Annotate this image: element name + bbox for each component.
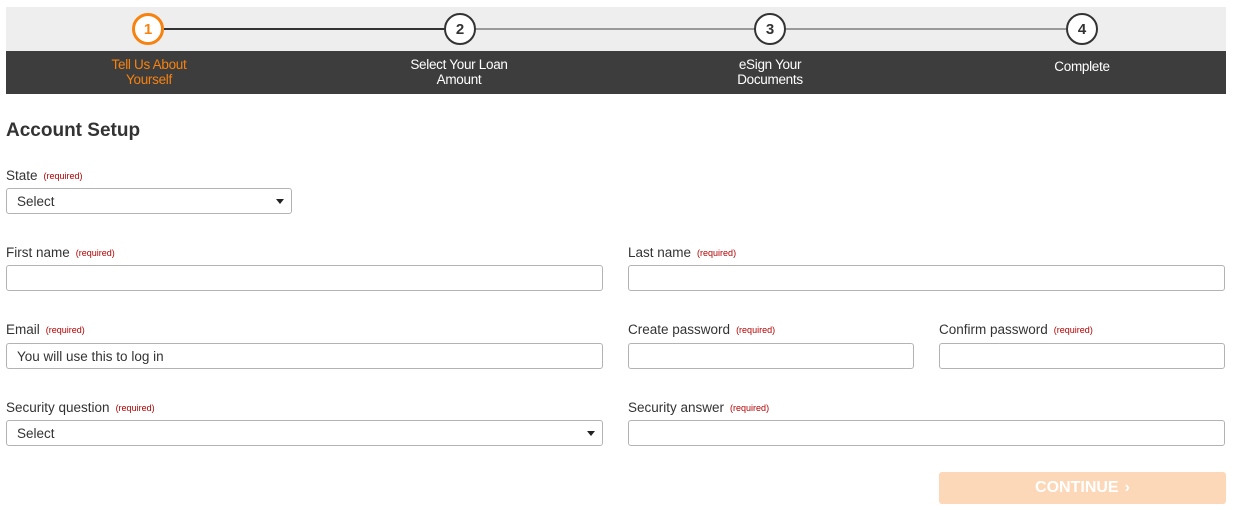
step-label-line: Yourself — [126, 72, 172, 87]
step-number: 3 — [765, 20, 775, 38]
security-question-label-text: Security question — [6, 400, 110, 415]
required-marker: (required) — [697, 248, 737, 258]
first-name-label: First name (required) — [6, 245, 115, 260]
required-marker: (required) — [115, 403, 155, 413]
security-answer-label-text: Security answer — [628, 400, 725, 415]
step-connector — [164, 28, 444, 30]
security-answer-field[interactable] — [628, 420, 1225, 446]
email-label-text: Email — [6, 322, 40, 337]
create-password-label-text: Create password — [628, 322, 731, 337]
required-marker: (required) — [1053, 325, 1093, 335]
step-1-circle: 1 — [132, 13, 164, 45]
last-name-field[interactable] — [628, 265, 1225, 291]
step-number: 4 — [1077, 20, 1087, 38]
confirm-password-label: Confirm password (required) — [939, 322, 1093, 337]
step-3-label: eSign Your Documents — [690, 57, 850, 87]
step-1-label: Tell Us About Yourself — [69, 57, 229, 87]
create-password-label: Create password (required) — [628, 322, 775, 337]
email-label: Email (required) — [6, 322, 85, 337]
step-label-line: Tell Us About — [111, 57, 187, 72]
step-label-line: Complete — [1054, 59, 1110, 74]
page-title: Account Setup — [6, 120, 141, 141]
state-label: State (required) — [6, 168, 83, 183]
required-marker: (required) — [43, 171, 83, 181]
required-marker: (required) — [45, 325, 85, 335]
step-2-label: Select Your Loan Amount — [379, 57, 539, 87]
step-number: 1 — [143, 20, 153, 38]
email-input[interactable] — [17, 344, 592, 368]
chevron-down-icon — [276, 199, 284, 204]
continue-button[interactable]: CONTINUE › — [939, 472, 1226, 504]
security-question-select[interactable]: Select — [6, 420, 603, 446]
continue-label: CONTINUE — [1035, 479, 1119, 496]
last-name-input[interactable] — [639, 266, 1214, 290]
last-name-label: Last name (required) — [628, 245, 736, 260]
progress-stepper: 1 2 3 4 Tell Us About Yourself Select Yo… — [6, 7, 1226, 94]
required-marker: (required) — [730, 403, 770, 413]
state-label-text: State — [6, 168, 38, 183]
confirm-password-label-text: Confirm password — [939, 322, 1048, 337]
first-name-label-text: First name — [6, 245, 70, 260]
email-field[interactable] — [6, 343, 603, 369]
step-4-circle: 4 — [1066, 13, 1098, 45]
step-label-line: eSign Your — [738, 57, 802, 72]
step-4-label: Complete — [1002, 59, 1162, 74]
create-password-field[interactable] — [628, 343, 914, 369]
first-name-field[interactable] — [6, 265, 603, 291]
first-name-input[interactable] — [17, 266, 592, 290]
step-label-line: Amount — [436, 72, 482, 87]
required-marker: (required) — [736, 325, 776, 335]
security-answer-label: Security answer (required) — [628, 400, 769, 415]
create-password-input[interactable] — [639, 344, 903, 368]
last-name-label-text: Last name — [628, 245, 692, 260]
chevron-right-icon: › — [1124, 479, 1130, 496]
step-connector — [786, 28, 1066, 30]
step-connector — [476, 28, 756, 30]
required-marker: (required) — [75, 248, 115, 258]
confirm-password-field[interactable] — [939, 343, 1225, 369]
state-select[interactable]: Select — [6, 188, 292, 214]
step-label-line: Select Your Loan — [410, 57, 508, 72]
security-question-value: Select — [17, 425, 55, 441]
chevron-down-icon — [587, 431, 595, 436]
state-select-value: Select — [17, 193, 55, 209]
step-label-line: Documents — [737, 72, 803, 87]
security-question-label: Security question (required) — [6, 400, 155, 415]
step-number: 2 — [455, 20, 465, 38]
step-2-circle: 2 — [444, 13, 476, 45]
confirm-password-input[interactable] — [950, 344, 1214, 368]
step-3-circle: 3 — [754, 13, 786, 45]
security-answer-input[interactable] — [639, 421, 1214, 445]
